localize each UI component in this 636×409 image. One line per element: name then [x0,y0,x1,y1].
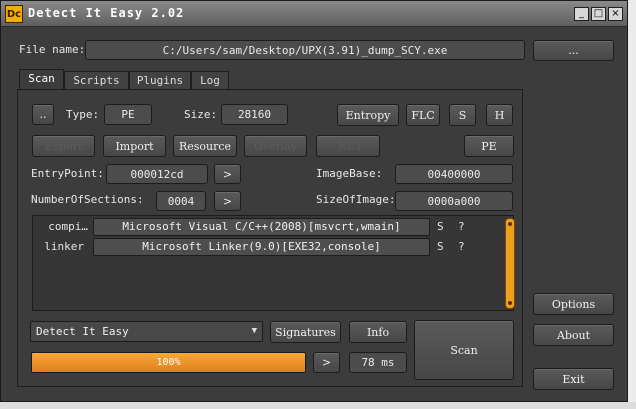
taskbar-strip [0,402,636,409]
maximize-button[interactable]: □ [591,7,606,21]
type-value: PE [104,104,152,125]
entropy-button[interactable]: Entropy [337,104,399,126]
entry-point-value: 000012cd [106,164,208,184]
scan-progress-bar: 100% [31,352,306,373]
results-scrollbar[interactable] [505,218,515,309]
result-signature-link[interactable]: S [437,220,444,233]
file-path-field[interactable]: C:/Users/sam/Desktop/UPX(3.91)_dump_SCY.… [85,40,525,60]
exit-button[interactable]: Exit [533,368,614,390]
result-value[interactable]: Microsoft Visual C/C++(2008)[msvcrt,wmai… [93,218,430,236]
info-button[interactable]: Info [349,321,407,343]
result-signature-link[interactable]: S [437,240,444,253]
app-icon: Dc [5,5,23,23]
engine-select[interactable]: Detect It Easy ▼ [30,321,263,342]
progress-arrow-button[interactable]: > [313,352,340,373]
sections-value: 0004 [156,191,206,211]
file-name-label: File name: [19,43,86,56]
tab-scan[interactable]: Scan [19,69,64,91]
result-name: linker [44,240,84,253]
dropdown-arrow-icon: ▼ [251,326,257,336]
sections-arrow-button[interactable]: > [214,191,241,211]
image-base-value: 00400000 [395,164,513,184]
result-name: compi… [48,220,88,233]
s-button[interactable]: S [449,104,476,126]
net-button[interactable]: .NET [316,135,380,157]
tab-log[interactable]: Log [191,71,229,90]
h-button[interactable]: H [486,104,513,126]
flc-button[interactable]: FLC [406,104,440,126]
progress-text: 100% [156,357,181,368]
scan-button[interactable]: Scan [414,320,514,380]
type-label: Type: [66,108,100,121]
export-button[interactable]: Export [32,135,95,157]
result-info-link[interactable]: ? [458,240,465,253]
size-of-image-value: 0000a000 [395,191,513,211]
window-title: Detect It Easy 2.02 [28,6,185,20]
entry-point-label: EntryPoint: [31,167,104,180]
background-window-strip [628,0,636,402]
sections-label: NumberOfSections: [31,193,144,206]
overlay-button[interactable]: Overlay [244,135,307,157]
tab-scripts[interactable]: Scripts [64,71,129,90]
result-value[interactable]: Microsoft Linker(9.0)[EXE32,console] [93,238,430,256]
scan-time: 78 ms [349,352,407,373]
tab-plugins[interactable]: Plugins [129,71,191,90]
minimize-button[interactable]: _ [574,7,589,21]
scroll-down-arrow-icon[interactable] [508,301,512,305]
about-button[interactable]: About [533,324,614,346]
scroll-up-arrow-icon[interactable] [508,222,512,226]
import-button[interactable]: Import [103,135,166,157]
dots-button[interactable]: .. [32,104,54,125]
image-base-label: ImageBase: [316,167,383,180]
size-label: Size: [184,108,218,121]
browse-button[interactable]: ... [533,40,614,61]
pe-button[interactable]: PE [464,135,514,157]
size-of-image-label: SizeOfImage: [316,193,396,206]
entry-point-arrow-button[interactable]: > [214,164,241,184]
result-info-link[interactable]: ? [458,220,465,233]
signatures-button[interactable]: Signatures [270,321,341,343]
size-value: 28160 [221,104,288,125]
engine-select-value: Detect It Easy [36,325,129,338]
resource-button[interactable]: Resource [173,135,237,157]
close-button[interactable]: × [608,7,623,21]
options-button[interactable]: Options [533,293,614,315]
